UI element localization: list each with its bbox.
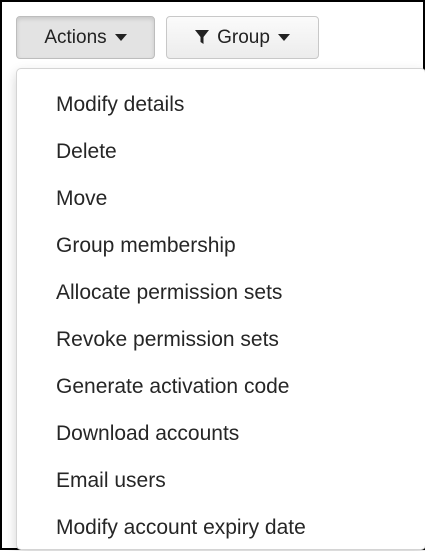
filter-icon [195,30,210,44]
menu-item-download-accounts[interactable]: Download accounts [17,410,425,457]
menu-item-revoke-permission-sets[interactable]: Revoke permission sets [17,316,425,363]
group-button-label: Group [217,26,270,48]
caret-down-icon [114,34,127,41]
menu-item-allocate-permission-sets[interactable]: Allocate permission sets [17,269,425,316]
caret-down-icon [277,34,290,41]
actions-dropdown-button[interactable]: Actions [16,16,155,59]
group-dropdown-button[interactable]: Group [166,16,319,59]
menu-item-generate-activation-code[interactable]: Generate activation code [17,363,425,410]
menu-item-delete[interactable]: Delete [17,128,425,175]
menu-item-move[interactable]: Move [17,175,425,222]
actions-dropdown-menu: Modify details Delete Move Group members… [16,68,425,550]
menu-item-modify-details[interactable]: Modify details [17,81,425,128]
screenshot-frame: Actions Group Modify details Delete Move… [0,0,425,550]
actions-button-label: Actions [44,26,107,48]
menu-item-email-users[interactable]: Email users [17,457,425,504]
menu-item-modify-account-expiry-date[interactable]: Modify account expiry date [17,504,425,551]
menu-item-group-membership[interactable]: Group membership [17,222,425,269]
